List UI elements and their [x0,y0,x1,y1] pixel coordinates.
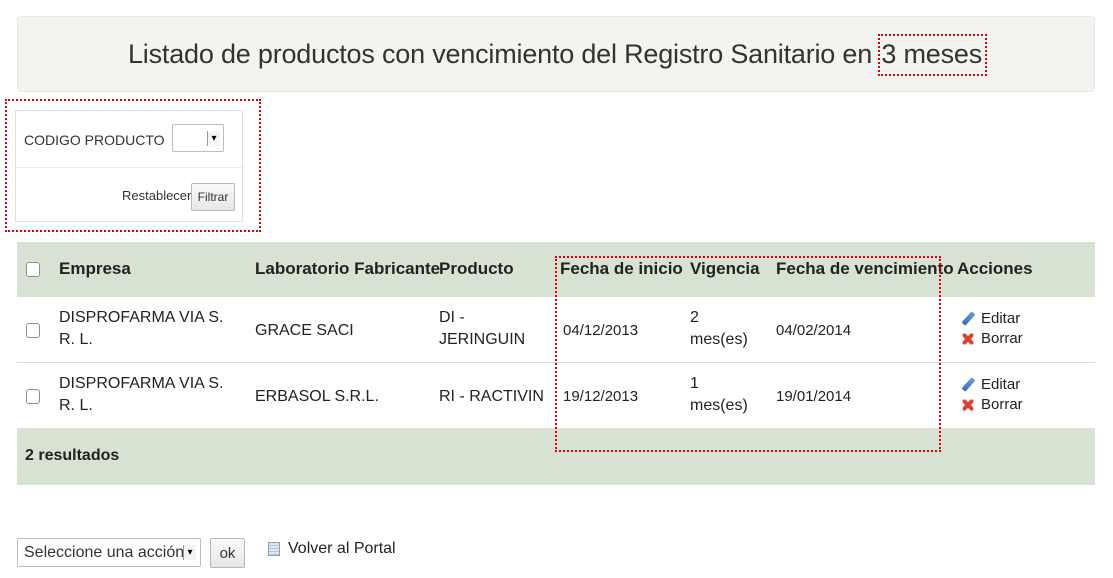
dropdown-arrow-icon[interactable]: ▾ [207,131,220,146]
edit-action[interactable]: Editar [961,310,1020,327]
filter-panel: CODIGO PRODUCTO ▾ Restablecer Filtrar [15,110,243,222]
row-checkbox[interactable] [26,323,40,338]
cell-laboratorio: GRACE SACI [255,322,354,339]
document-icon [268,542,280,556]
pencil-icon [961,312,975,326]
cell-empresa: DISPROFARMA VIA S. R. L. [59,373,224,417]
cell-empresa: DISPROFARMA VIA S. R. L. [59,307,224,351]
codigo-producto-select[interactable]: ▾ [172,124,224,152]
cell-producto: RI - RACTIVIN [439,388,544,405]
page-title-highlight: 3 meses [878,33,987,76]
col-acciones: Acciones [957,259,1033,278]
cell-empresa-line2: R. L. [59,331,93,348]
delete-label[interactable]: Borrar [981,396,1023,413]
reset-link[interactable]: Restablecer [122,188,191,203]
bulk-action-value: Seleccione una acción [24,544,185,561]
cell-laboratorio: ERBASOL S.R.L. [255,388,379,405]
back-to-portal-label[interactable]: Volver al Portal [288,540,396,558]
ok-button[interactable]: ok [210,538,245,568]
edit-action[interactable]: Editar [961,376,1020,393]
edit-label[interactable]: Editar [981,310,1020,327]
page-title-prefix: Listado de productos con vencimiento del… [127,38,873,69]
col-laboratorio[interactable]: Laboratorio Fabricante [255,259,440,279]
cell-producto-line2: JERINGUIN [439,331,526,348]
cell-empresa-line1: DISPROFARMA VIA S. [59,309,224,326]
select-all-checkbox[interactable] [26,262,40,277]
cell-empresa-line1: DISPROFARMA VIA S. [59,375,224,392]
codigo-producto-label: CODIGO PRODUCTO [24,132,165,148]
x-icon [961,332,975,346]
cell-producto-line1: DI - [439,309,465,326]
dropdown-arrow-icon[interactable]: ▾ [183,545,196,560]
results-count: 2 resultados [25,447,120,464]
cell-empresa-line2: R. L. [59,397,93,414]
edit-label[interactable]: Editar [981,376,1020,393]
pencil-icon [961,378,975,392]
x-icon [961,398,975,412]
dates-annotation-box [555,256,941,452]
filter-row: CODIGO PRODUCTO ▾ [16,111,242,168]
col-empresa[interactable]: Empresa [59,259,131,279]
bulk-action-select[interactable]: Seleccione una acción ▾ [17,538,201,567]
delete-action[interactable]: Borrar [961,330,1023,347]
page-title: Listado de productos con vencimiento del… [127,33,987,76]
page-title-bar: Listado de productos con vencimiento del… [17,16,1095,92]
row-checkbox[interactable] [26,389,40,404]
delete-label[interactable]: Borrar [981,330,1023,347]
col-producto[interactable]: Producto [439,259,514,279]
cell-producto: DI - JERINGUIN [439,307,525,351]
filter-button[interactable]: Filtrar [191,183,235,211]
delete-action[interactable]: Borrar [961,396,1023,413]
back-to-portal-link[interactable]: Volver al Portal [268,540,396,558]
